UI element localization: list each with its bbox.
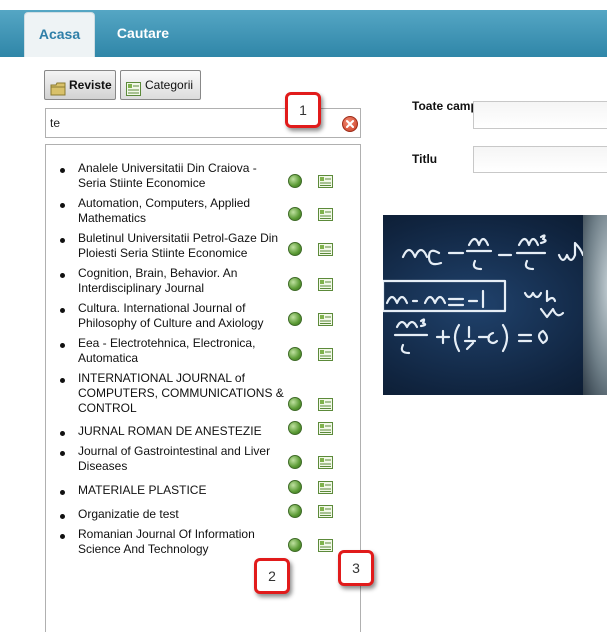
- journal-title[interactable]: Cognition, Brain, Behavior. An Interdisc…: [78, 266, 288, 296]
- folder-icon: [50, 78, 66, 106]
- category-icon[interactable]: [318, 422, 333, 435]
- journal-title[interactable]: Eea - Electrotehnica, Electronica, Autom…: [78, 336, 288, 366]
- bullet: [60, 343, 65, 348]
- bullet: [60, 273, 65, 278]
- bullet: [60, 490, 65, 495]
- globe-icon[interactable]: [288, 207, 302, 221]
- bullet: [60, 514, 65, 519]
- clear-icon[interactable]: [342, 116, 358, 132]
- category-icon[interactable]: [318, 456, 333, 469]
- reviste-button[interactable]: Reviste: [44, 70, 116, 100]
- globe-icon[interactable]: [288, 347, 302, 361]
- category-icon[interactable]: [318, 313, 333, 326]
- journal-title[interactable]: Automation, Computers, Applied Mathemati…: [78, 196, 288, 226]
- journal-title[interactable]: Romanian Journal Of Information Science …: [78, 527, 288, 557]
- globe-icon[interactable]: [288, 480, 302, 494]
- bullet: [60, 238, 65, 243]
- top-tab-bar: Acasa Cautare: [0, 0, 607, 57]
- journal-title[interactable]: Buletinul Universitatii Petrol-Gaze Din …: [78, 231, 288, 261]
- globe-icon[interactable]: [288, 242, 302, 256]
- globe-icon[interactable]: [288, 312, 302, 326]
- journal-title[interactable]: JURNAL ROMAN DE ANESTEZIE: [78, 424, 288, 439]
- journal-title[interactable]: Journal of Gastrointestinal and Liver Di…: [78, 444, 288, 474]
- callout-1: 1: [285, 92, 321, 128]
- globe-icon[interactable]: [288, 538, 302, 552]
- bullet: [60, 203, 65, 208]
- moon-image: [583, 215, 607, 395]
- categorii-label: Categorii: [145, 78, 194, 92]
- journal-title[interactable]: Analele Universitatii Din Craiova - Seri…: [78, 161, 288, 191]
- banner-image: [383, 215, 607, 395]
- category-icon[interactable]: [318, 208, 333, 221]
- category-icon: [126, 78, 141, 106]
- globe-icon[interactable]: [288, 504, 302, 518]
- globe-icon[interactable]: [288, 397, 302, 411]
- globe-icon[interactable]: [288, 174, 302, 188]
- journal-title[interactable]: Organizatie de test: [78, 507, 288, 522]
- toate-campurile-input[interactable]: [473, 101, 607, 129]
- bullet: [60, 431, 65, 436]
- bullet: [60, 534, 65, 539]
- category-icon[interactable]: [318, 348, 333, 361]
- globe-icon[interactable]: [288, 421, 302, 435]
- category-icon[interactable]: [318, 539, 333, 552]
- journal-title[interactable]: MATERIALE PLASTICE: [78, 483, 288, 498]
- callout-2: 2: [254, 558, 290, 594]
- reviste-label: Reviste: [69, 78, 112, 92]
- journal-title[interactable]: Cultura. International Journal of Philos…: [78, 301, 288, 331]
- chalk-formula-drawing: [383, 234, 585, 355]
- titlu-input[interactable]: [473, 146, 607, 173]
- category-icon[interactable]: [318, 175, 333, 188]
- titlu-label: Titlu: [412, 152, 438, 166]
- category-icon[interactable]: [318, 398, 333, 411]
- journal-list: Analele Universitatii Din Craiova - Seri…: [45, 144, 361, 632]
- bullet: [60, 168, 65, 173]
- category-icon[interactable]: [318, 278, 333, 291]
- category-icon[interactable]: [318, 505, 333, 518]
- journal-title[interactable]: INTERNATIONAL JOURNAL of COMPUTERS, COMM…: [78, 371, 293, 416]
- category-icon[interactable]: [318, 481, 333, 494]
- bullet: [60, 308, 65, 313]
- tab-acasa[interactable]: Acasa: [24, 12, 95, 57]
- category-icon[interactable]: [318, 243, 333, 256]
- globe-icon[interactable]: [288, 455, 302, 469]
- categorii-button[interactable]: Categorii: [120, 70, 201, 100]
- globe-icon[interactable]: [288, 277, 302, 291]
- bullet: [60, 378, 65, 383]
- callout-3: 3: [338, 550, 374, 586]
- tab-cautare[interactable]: Cautare: [108, 12, 178, 57]
- bullet: [60, 451, 65, 456]
